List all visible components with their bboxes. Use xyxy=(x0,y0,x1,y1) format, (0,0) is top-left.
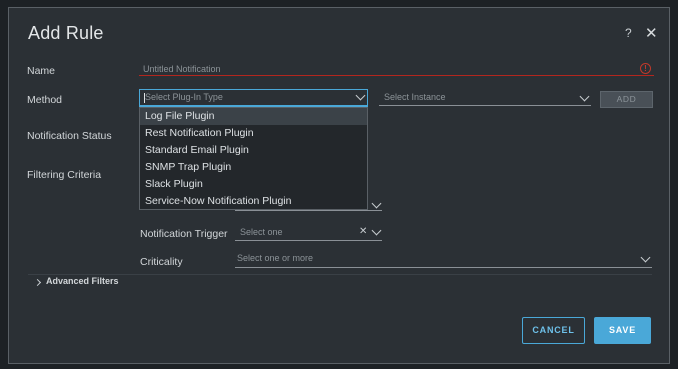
notification-trigger-underline xyxy=(235,240,382,241)
chevron-down-icon[interactable] xyxy=(371,225,382,236)
dialog-title: Add Rule xyxy=(28,23,104,43)
filtering-criteria-label: Filtering Criteria xyxy=(27,169,102,181)
divider xyxy=(28,274,652,275)
name-input-underline xyxy=(139,75,654,76)
criticality-placeholder: Select one or more xyxy=(237,253,314,263)
add-button[interactable]: ADD xyxy=(600,91,653,108)
instance-select-underline xyxy=(379,105,591,106)
chevron-right-icon xyxy=(33,278,42,287)
cancel-button[interactable]: CANCEL xyxy=(522,317,585,344)
clear-icon[interactable]: ✕ xyxy=(359,226,367,237)
notification-trigger-label: Notification Trigger xyxy=(140,228,228,240)
name-placeholder: Untitled Notification xyxy=(143,64,221,74)
dropdown-option[interactable]: Service-Now Notification Plugin xyxy=(140,193,367,210)
criticality-label: Criticality xyxy=(140,256,183,268)
instance-placeholder: Select Instance xyxy=(384,92,446,102)
filter-select-underline xyxy=(235,210,382,211)
notification-trigger-placeholder: Select one xyxy=(240,227,283,237)
plugin-type-placeholder: Select Plug-In Type xyxy=(145,92,223,102)
chevron-down-icon[interactable] xyxy=(579,91,590,102)
help-icon[interactable]: ? xyxy=(625,26,632,40)
name-label: Name xyxy=(27,65,56,77)
method-label: Method xyxy=(27,94,63,106)
error-icon: ! xyxy=(640,63,651,74)
add-rule-dialog: Add Rule ? ✕ Name Untitled Notification … xyxy=(8,7,670,364)
advanced-filters-label: Advanced Filters xyxy=(46,276,119,286)
plugin-type-dropdown: Log File Plugin Rest Notification Plugin… xyxy=(139,107,368,210)
dropdown-option[interactable]: Rest Notification Plugin xyxy=(140,125,367,142)
save-button[interactable]: SAVE xyxy=(594,317,651,344)
dropdown-option[interactable]: Log File Plugin xyxy=(140,108,367,125)
dropdown-option[interactable]: SNMP Trap Plugin xyxy=(140,159,367,176)
notification-status-label: Notification Status xyxy=(27,130,112,142)
chevron-down-icon[interactable] xyxy=(640,252,651,263)
criticality-underline xyxy=(235,267,652,268)
dropdown-option[interactable]: Slack Plugin xyxy=(140,176,367,193)
dropdown-option[interactable]: Standard Email Plugin xyxy=(140,142,367,159)
close-icon[interactable]: ✕ xyxy=(645,24,658,42)
chevron-down-icon[interactable] xyxy=(371,198,382,209)
